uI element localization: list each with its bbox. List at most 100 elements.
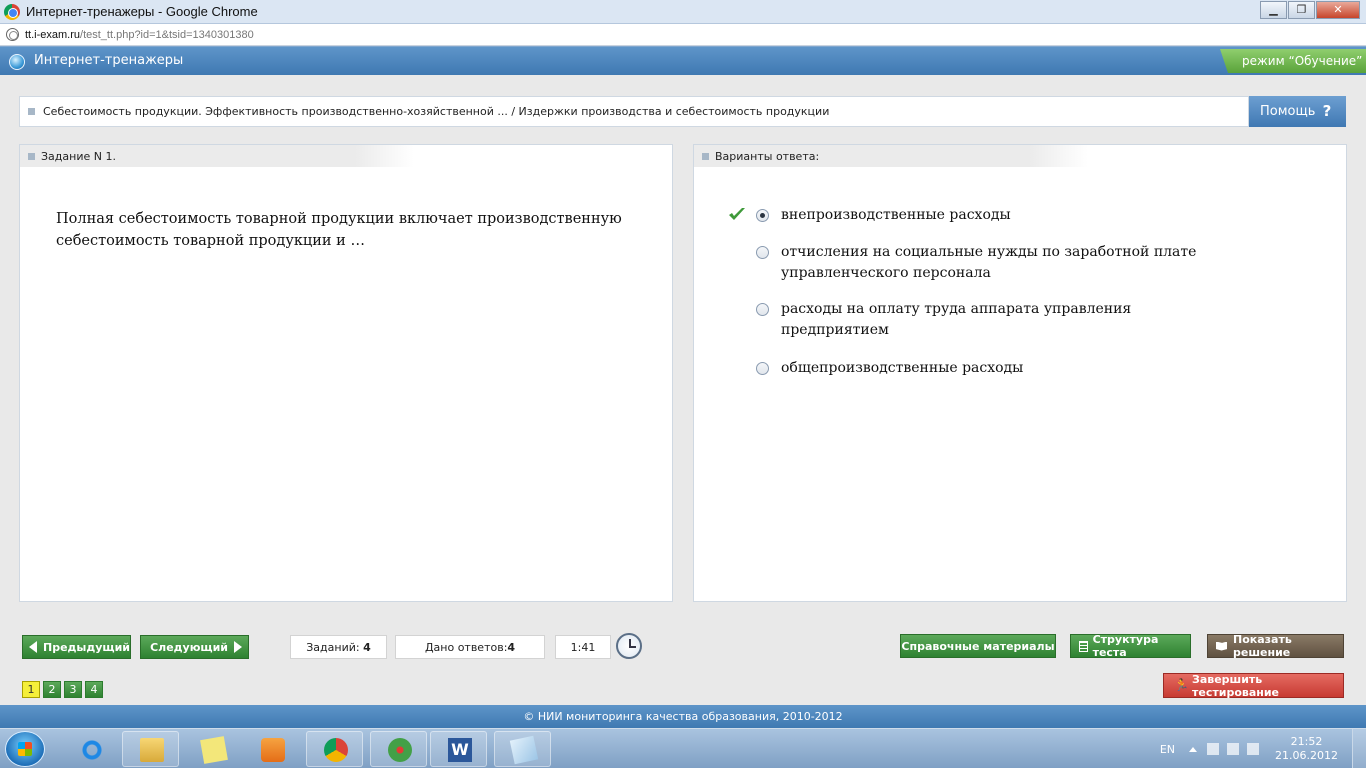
- radio-button[interactable]: [756, 209, 769, 222]
- task-panel: Задание N 1. Полная себестоимость товарн…: [19, 144, 673, 602]
- clock-icon: [616, 633, 642, 659]
- answered-value: 4: [507, 640, 516, 654]
- language-indicator[interactable]: EN: [1160, 743, 1175, 756]
- url-text[interactable]: tt.i-exam.ru/test_tt.php?id=1&tsid=13403…: [25, 29, 254, 41]
- answer-option[interactable]: отчисления на социальные нужды по зарабо…: [756, 242, 1206, 284]
- solution-label: Показать решение: [1233, 633, 1292, 659]
- taskbar-word[interactable]: W: [430, 731, 487, 767]
- sticky-notes-icon: [200, 736, 228, 764]
- bullet-square-icon: [702, 152, 709, 160]
- reference-materials-button[interactable]: Справочные материалы: [900, 634, 1056, 658]
- tasks-label: Заданий:: [306, 640, 360, 654]
- taskbar-chrome[interactable]: [306, 731, 363, 767]
- taskbar-sticky-notes[interactable]: [184, 731, 241, 767]
- chrome-icon: [324, 738, 348, 762]
- taskbar-media[interactable]: [243, 731, 300, 767]
- book-icon: [1216, 641, 1228, 651]
- taskbar-notepad[interactable]: [494, 731, 551, 767]
- answers-heading: Варианты ответа:: [715, 149, 820, 163]
- taskbar-explorer[interactable]: [122, 731, 179, 767]
- app-title: Интернет-тренажеры: [34, 53, 184, 68]
- volume-icon[interactable]: [1247, 743, 1260, 755]
- previous-label: Предыдущий: [43, 640, 131, 654]
- page-button-3[interactable]: 3: [64, 681, 82, 698]
- previous-button[interactable]: Предыдущий: [22, 635, 131, 659]
- globe-logo-icon: [9, 54, 25, 70]
- answer-text: общепроизводственные расходы: [781, 360, 1024, 376]
- breadcrumb-text: Себестоимость продукции. Эффективность п…: [43, 105, 830, 118]
- footer-copyright: © НИИ мониторинга качества образования, …: [0, 705, 1366, 728]
- taskbar-clock[interactable]: 21:52 21.06.2012: [1275, 735, 1338, 763]
- radio-button[interactable]: [756, 303, 769, 316]
- arrow-right-icon: [234, 641, 242, 653]
- document-icon: [1079, 640, 1088, 652]
- answered-label: Дано ответов:: [424, 640, 508, 654]
- correct-check-icon: [729, 208, 745, 220]
- bullet-square-icon: [28, 108, 35, 115]
- reference-label: Справочные материалы: [901, 639, 1055, 653]
- answers-panel: Варианты ответа: внепроизводственные рас…: [693, 144, 1347, 602]
- icq-flower-icon: [388, 738, 412, 762]
- page-button-1[interactable]: 1: [22, 681, 40, 698]
- answer-text: расходы на оплату труда аппарата управле…: [781, 301, 1132, 338]
- timer: 1:41: [555, 635, 611, 659]
- url-path: /test_tt.php?id=1&tsid=1340301380: [80, 28, 254, 41]
- address-bar[interactable]: tt.i-exam.ru/test_tt.php?id=1&tsid=13403…: [0, 24, 1366, 46]
- test-structure-button[interactable]: Структура теста: [1070, 633, 1191, 659]
- answer-option[interactable]: внепроизводственные расходы: [756, 205, 1206, 226]
- question-text: Полная себестоимость товарной продукции …: [56, 211, 622, 249]
- show-hidden-icons-icon[interactable]: [1189, 746, 1198, 752]
- app-header: Интернет-тренажеры режим “Обучение”: [0, 47, 1366, 75]
- answer-option[interactable]: расходы на оплату труда аппарата управле…: [756, 299, 1206, 341]
- arrow-left-icon: [29, 641, 37, 653]
- task-heading: Задание N 1.: [41, 149, 116, 163]
- signal-bars-icon[interactable]: [1227, 743, 1240, 755]
- radio-button[interactable]: [756, 246, 769, 259]
- running-man-icon: 🏃: [1174, 678, 1189, 692]
- clock-time: 21:52: [1290, 735, 1323, 748]
- folder-icon: [140, 738, 164, 762]
- windows-taskbar: W EN 21:52 21.06.2012: [0, 728, 1366, 768]
- bullet-square-icon: [28, 152, 35, 160]
- taskbar-ie[interactable]: [62, 731, 119, 767]
- question-icon: ?: [1322, 102, 1332, 120]
- show-desktop-button[interactable]: [1352, 729, 1366, 768]
- answered-count: Дано ответов: 4: [395, 635, 545, 659]
- network-status-icon[interactable]: [1207, 743, 1220, 755]
- breadcrumb: Себестоимость продукции. Эффективность п…: [19, 96, 1249, 127]
- finish-test-button[interactable]: 🏃 Завершить тестирование: [1163, 672, 1344, 699]
- minimize-button[interactable]: ▁: [1260, 1, 1287, 19]
- help-label: Помощь: [1260, 104, 1316, 119]
- restore-button[interactable]: ❐: [1288, 1, 1315, 19]
- page-button-2[interactable]: 2: [43, 681, 61, 698]
- answers-panel-header: Варианты ответа:: [694, 145, 1088, 167]
- structure-label: Структура теста: [1092, 633, 1159, 659]
- answer-text: отчисления на социальные нужды по зарабо…: [781, 244, 1197, 281]
- system-tray: EN 21:52 21.06.2012: [1160, 729, 1366, 768]
- close-button[interactable]: ✕: [1316, 1, 1360, 19]
- clock-date: 21.06.2012: [1275, 749, 1338, 762]
- answer-text: внепроизводственные расходы: [781, 207, 1011, 223]
- word-icon: W: [448, 738, 472, 762]
- window-titlebar: Интернет-тренажеры - Google Chrome ▁ ❐ ✕: [0, 0, 1366, 24]
- task-panel-header: Задание N 1.: [20, 145, 414, 167]
- answer-option[interactable]: общепроизводственные расходы: [756, 358, 1206, 379]
- radio-button[interactable]: [756, 362, 769, 375]
- globe-icon: [6, 28, 19, 41]
- taskbar-icq[interactable]: [370, 731, 427, 767]
- next-button[interactable]: Следующий: [140, 635, 249, 659]
- finish-label: Завершить тестирование: [1192, 672, 1280, 699]
- page-navigator: 1 2 3 4: [22, 681, 106, 698]
- page-button-4[interactable]: 4: [85, 681, 103, 698]
- show-solution-button[interactable]: Показать решение: [1207, 633, 1344, 659]
- start-button-icon[interactable]: [5, 731, 45, 767]
- chrome-icon: [4, 3, 20, 20]
- tasks-count: Заданий: 4: [290, 635, 387, 659]
- url-host: tt.i-exam.ru: [25, 28, 81, 41]
- internet-explorer-icon: [80, 738, 104, 762]
- window-title: Интернет-тренажеры - Google Chrome: [26, 4, 258, 19]
- notepad-icon: [509, 735, 539, 765]
- help-button[interactable]: Помощь ?: [1249, 96, 1346, 127]
- mode-badge: режим “Обучение”: [1220, 49, 1366, 73]
- window-controls: ▁ ❐ ✕: [1259, 1, 1360, 19]
